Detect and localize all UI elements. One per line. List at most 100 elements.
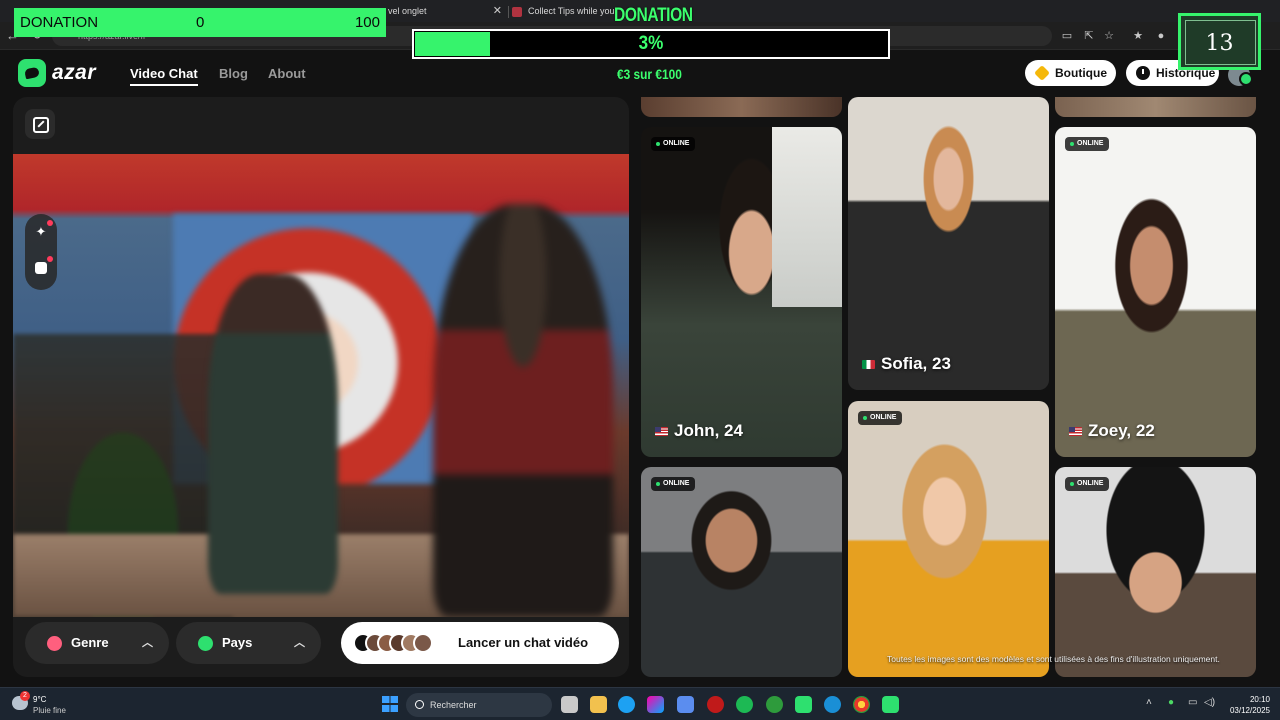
donation-amount: €3 sur €100 [617,66,682,82]
nav-blog[interactable]: Blog [219,66,248,81]
donation-percent: 3% [638,33,664,54]
weather-widget[interactable]: 2 9°C Pluie fine [12,691,82,717]
volume-icon[interactable]: ◁) [1204,697,1215,708]
profile-card-sofia[interactable]: Sofia, 23 [848,97,1049,390]
store-icon[interactable] [677,696,694,713]
sparkle-effects-icon[interactable]: ✦ [31,220,53,242]
close-tab-icon[interactable]: ✕ [493,2,502,20]
profile-icon[interactable]: ● [1154,29,1168,43]
chevron-up-icon: ︿ [294,637,305,649]
cast-icon[interactable]: ▭ [1060,29,1074,43]
face-filter-icon[interactable] [31,256,53,278]
profile-card[interactable]: ONLINE [641,467,842,677]
online-badge: ONLINE [858,411,903,425]
profile-name: John, 24 [655,421,743,441]
video-person [433,204,613,617]
us-flag-icon [655,427,668,437]
windows-start-icon[interactable] [382,696,398,712]
chevron-up-icon[interactable]: ˄ [1146,697,1152,708]
video-controls: Genre ︿ Pays ︿ Lancer un chat vidéo [13,617,629,677]
app-icon[interactable] [824,696,841,713]
spotify-icon[interactable] [736,696,753,713]
donation-progress-bar: 3% [412,29,890,59]
task-view-icon[interactable] [561,696,578,713]
donation-max: 100 [354,14,380,31]
weather-temp: 9°C [33,695,47,704]
profile-card-zoey[interactable]: ONLINE Zoey, 22 [1055,127,1256,457]
taskbar: 2 9°C Pluie fine Rechercher ˄ ● ▭ ◁) 20:… [0,687,1280,720]
edge-icon[interactable] [618,696,635,713]
xbox-icon[interactable] [766,696,783,713]
country-filter-button[interactable]: Pays ︿ [176,622,321,664]
profile-card-partial[interactable] [641,97,842,117]
clock-icon [1136,66,1150,80]
avatar-stack [353,633,437,653]
search-icon [415,700,424,709]
logo-text[interactable]: azar [52,61,96,85]
disclaimer-text: Toutes les images sont des modèles et so… [887,654,1220,664]
file-explorer-icon[interactable] [590,696,607,713]
expand-icon[interactable] [25,109,55,139]
online-badge: ONLINE [651,477,696,491]
screen: vel onglet ✕ Collect Tips while you're ←… [0,0,1280,720]
tab-label: Collect Tips while you're [528,6,616,16]
online-badge: ONLINE [651,137,696,151]
video-person [208,274,338,594]
profile-card[interactable]: ONLINE [848,401,1049,677]
tab-divider [508,6,509,18]
avatar [413,633,433,653]
favorite-star-icon[interactable]: ☆ [1102,29,1116,43]
profiles-grid: ONLINE John, 24 Sofia, 23 ONLINE Zoey, 2… [641,97,1257,677]
nav-about[interactable]: About [268,66,306,81]
video-panel: ✦ Genre ︿ Pays ︿ Lancer un chat vidéo [13,97,629,677]
nav-video-chat[interactable]: Video Chat [130,66,198,86]
favorites-icon[interactable]: ★ [1131,29,1145,43]
shop-label: Boutique [1055,66,1107,80]
shop-button[interactable]: Boutique [1025,60,1116,86]
country-filter-label: Pays [222,635,253,650]
profile-card-john[interactable]: ONLINE John, 24 [641,127,842,457]
start-video-chat-label: Lancer un chat vidéo [458,635,589,650]
donation-current: 0 [196,14,205,31]
gem-icon [1034,65,1050,81]
chevron-up-icon: ︿ [142,637,153,649]
app-icon[interactable] [707,696,724,713]
network-icon[interactable]: ▭ [1188,697,1197,708]
gender-filter-button[interactable]: Genre ︿ [25,622,169,664]
gender-filter-label: Genre [71,635,109,650]
weather-desc: Pluie fine [33,706,66,715]
gender-icon [47,636,62,651]
weather-badge: 2 [20,691,30,701]
donation-bar: DONATION 0 100 [14,8,386,37]
italy-flag-icon [862,360,875,370]
search-placeholder: Rechercher [430,700,477,710]
us-flag-icon [1069,427,1082,437]
counter-widget: 13 [1178,13,1261,70]
system-clock[interactable]: 20:10 03/12/2025 [1226,694,1270,716]
taskbar-search[interactable]: Rechercher [406,693,552,717]
effects-toolbar: ✦ [25,214,57,290]
copilot-icon[interactable] [647,696,664,713]
tab-favicon-icon [512,6,522,17]
donation-label: DONATION [20,14,99,31]
share-icon[interactable]: ⇱ [1082,29,1096,43]
profile-name: Zoey, 22 [1069,421,1155,441]
online-badge: ONLINE [1065,137,1110,151]
start-video-chat-button[interactable]: Lancer un chat vidéo [341,622,619,664]
donation-title: DONATION [614,5,693,26]
profile-card-partial[interactable] [1055,97,1256,117]
globe-icon [198,636,213,651]
clock-date: 03/12/2025 [1229,706,1270,715]
azar-logo-icon[interactable] [18,59,46,87]
microphone-icon[interactable]: ● [1168,697,1174,708]
profile-name: Sofia, 23 [862,354,951,374]
app-icon[interactable] [795,696,812,713]
clock-time: 20:10 [1249,695,1270,704]
browser-tab[interactable]: vel onglet ✕ [388,2,506,22]
chrome-icon[interactable] [853,696,870,713]
notification-dot [47,220,53,226]
obs-icon[interactable] [882,696,899,713]
browser-tab[interactable]: Collect Tips while you're [512,2,616,22]
tab-label: vel onglet [388,6,427,16]
profile-card[interactable]: ONLINE [1055,467,1256,677]
